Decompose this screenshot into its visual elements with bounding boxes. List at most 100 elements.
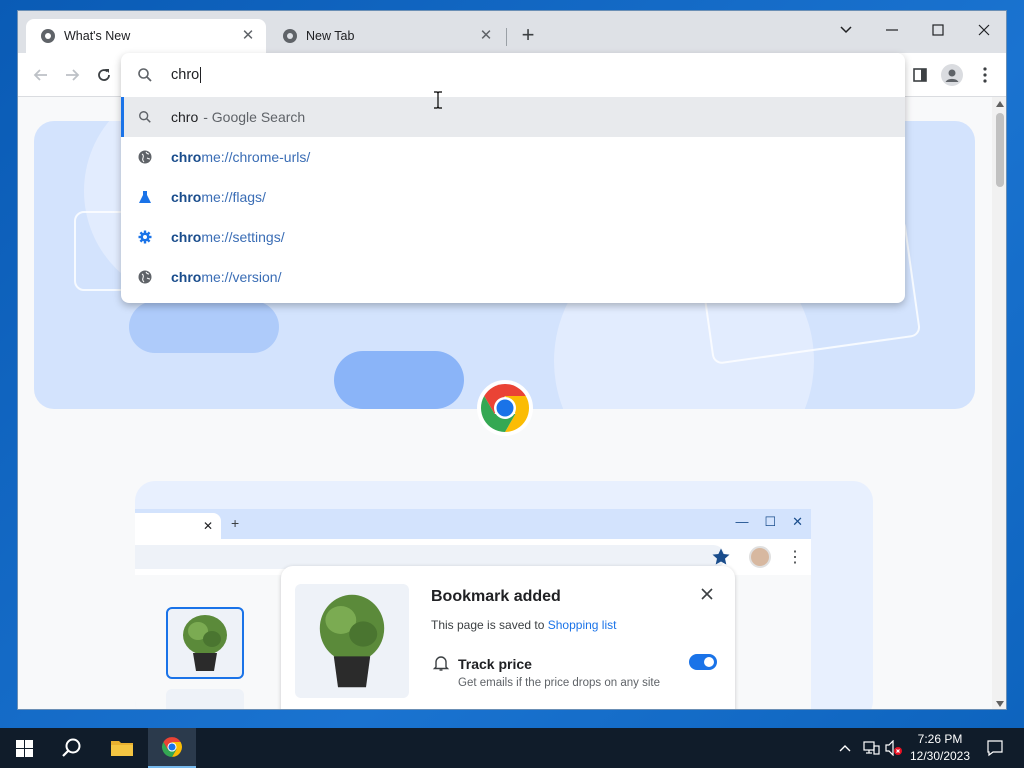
plant-icon xyxy=(319,594,385,688)
profile-button[interactable] xyxy=(940,63,964,87)
bell-icon xyxy=(432,656,450,671)
mock-tabbar: ✕ + — ☐ ✕ xyxy=(135,509,811,539)
minimize-icon xyxy=(886,29,898,31)
new-tab-button[interactable]: + xyxy=(516,24,540,48)
track-price-description: Get emails if the price drops on any sit… xyxy=(458,677,660,689)
network-icon xyxy=(863,741,880,755)
gear-icon xyxy=(137,229,153,245)
text-cursor-icon xyxy=(434,91,442,109)
side-panel-icon xyxy=(913,68,927,82)
suggestion-url: me://flags/ xyxy=(201,189,266,205)
plant-thumbnail xyxy=(166,607,244,679)
browser-window: What's New ✕ New Tab ✕ + chro chro - Goo… xyxy=(17,10,1007,710)
menu-button[interactable] xyxy=(973,63,997,87)
track-price-toggle xyxy=(689,654,717,670)
omnibox-input[interactable]: chro xyxy=(171,67,202,84)
tab-search-button[interactable] xyxy=(823,15,869,45)
tab-new-tab[interactable]: New Tab ✕ xyxy=(268,19,504,53)
suggestion-suffix: - Google Search xyxy=(203,109,306,125)
scroll-up-arrow-icon[interactable] xyxy=(996,101,1004,107)
omnibox-dropdown: chro chro - Google Search chro me://chrom… xyxy=(121,53,905,303)
tab-close-icon[interactable]: ✕ xyxy=(240,28,256,44)
notification-icon xyxy=(987,740,1003,757)
notification-center-button[interactable] xyxy=(980,728,1010,768)
flask-icon xyxy=(137,189,153,205)
clock-date: 12/30/2023 xyxy=(909,749,971,763)
toggle-knob xyxy=(704,657,714,667)
suggestion-url: me://settings/ xyxy=(201,229,285,245)
forward-button[interactable] xyxy=(60,63,84,87)
suggestion-version[interactable]: chro me://version/ xyxy=(121,257,905,297)
tab-separator xyxy=(506,28,507,46)
plant-icon xyxy=(183,615,227,671)
scroll-down-arrow-icon[interactable] xyxy=(996,701,1004,707)
start-button[interactable] xyxy=(0,728,48,768)
folder-icon xyxy=(111,741,133,756)
product-image xyxy=(295,584,409,698)
minimize-button[interactable] xyxy=(869,15,915,45)
file-explorer-button[interactable] xyxy=(98,728,146,768)
back-button[interactable] xyxy=(29,63,53,87)
forward-arrow-icon xyxy=(66,69,80,81)
volume-button[interactable] xyxy=(885,728,903,768)
kebab-menu-icon: ⋮ xyxy=(787,549,803,566)
show-hidden-icons-button[interactable] xyxy=(838,728,852,768)
suggestion-match: chro xyxy=(171,229,202,245)
text-caret xyxy=(200,67,202,84)
suggestion-match: chro xyxy=(171,149,202,165)
mock-browser-illustration: ✕ + — ☐ ✕ ⋮ Bookmark added This page is … xyxy=(135,509,811,709)
suggestion-url: me://version/ xyxy=(201,269,282,285)
mock-tab: ✕ xyxy=(135,513,221,539)
plus-icon: + xyxy=(231,515,240,531)
shopping-list-link: Shopping list xyxy=(547,618,617,632)
globe-icon xyxy=(137,269,153,285)
mock-window-controls: — ☐ ✕ xyxy=(735,514,803,530)
chevron-down-icon xyxy=(840,26,852,34)
close-icon xyxy=(701,588,713,600)
tab-title: New Tab xyxy=(306,29,355,43)
reload-button[interactable] xyxy=(92,63,116,87)
suggestion-chrome-urls[interactable]: chro me://chrome-urls/ xyxy=(121,137,905,177)
chrome-logo-icon xyxy=(477,380,533,436)
profile-icon xyxy=(941,64,963,86)
tab-whats-new[interactable]: What's New ✕ xyxy=(26,19,266,53)
suggestion-match: chro xyxy=(171,189,202,205)
search-icon xyxy=(138,68,152,82)
minimize-icon: — xyxy=(735,514,749,529)
chrome-logo-icon xyxy=(162,737,182,757)
chrome-taskbar-button[interactable] xyxy=(148,728,196,768)
omnibox-input-row[interactable]: chro xyxy=(121,53,905,97)
network-button[interactable] xyxy=(862,728,880,768)
maximize-icon xyxy=(932,24,944,36)
close-window-button[interactable] xyxy=(961,15,1006,45)
search-icon xyxy=(137,109,153,125)
vertical-scrollbar[interactable] xyxy=(992,97,1006,709)
decorative-shape xyxy=(334,351,464,409)
suggestion-url: me://chrome-urls/ xyxy=(201,149,311,165)
system-clock[interactable]: 7:26 PM 12/30/2023 xyxy=(905,731,975,765)
search-button[interactable] xyxy=(48,728,96,768)
saved-to-text: This page is saved to Shopping list xyxy=(431,618,617,632)
tab-close-icon[interactable]: ✕ xyxy=(478,28,494,44)
back-arrow-icon xyxy=(33,69,47,81)
suggestion-settings[interactable]: chro me://settings/ xyxy=(121,217,905,257)
suggestion-search[interactable]: chro - Google Search xyxy=(121,97,905,137)
globe-icon xyxy=(137,149,153,165)
taskbar: 7:26 PM 12/30/2023 xyxy=(0,728,1024,768)
kebab-menu-icon xyxy=(983,67,987,83)
avatar xyxy=(749,546,771,568)
maximize-button[interactable] xyxy=(915,15,961,45)
windows-logo-icon xyxy=(15,739,33,757)
tab-strip: What's New ✕ New Tab ✕ + xyxy=(18,11,1006,53)
close-icon xyxy=(978,24,990,36)
reload-icon xyxy=(98,69,110,81)
scrollbar-thumb[interactable] xyxy=(996,113,1004,187)
track-price-label: Track price xyxy=(458,656,532,672)
volume-muted-icon xyxy=(885,740,902,756)
promo-section: ✕ + — ☐ ✕ ⋮ Bookmark added This page is … xyxy=(135,481,873,709)
suggestion-flags[interactable]: chro me://flags/ xyxy=(121,177,905,217)
chrome-favicon-icon xyxy=(41,29,55,43)
close-icon: ✕ xyxy=(203,519,214,533)
side-panel-button[interactable] xyxy=(908,63,932,87)
suggestion-query: chro xyxy=(171,109,199,125)
